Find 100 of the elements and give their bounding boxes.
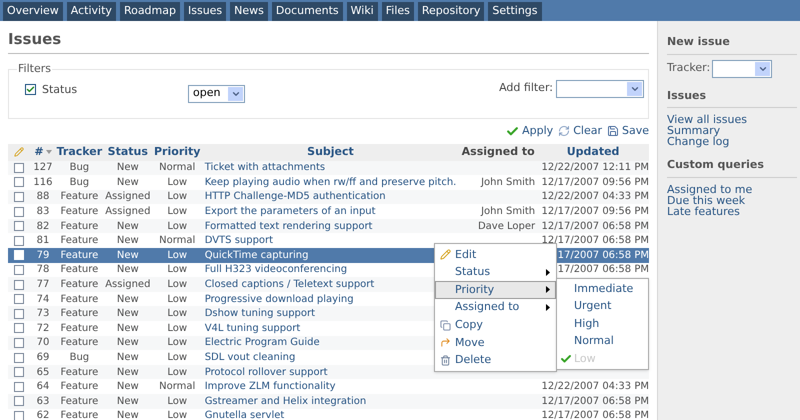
sidebar-link[interactable]: Change log (667, 136, 730, 147)
issue-row[interactable]: 127 Bug New Normal Ticket with attachments 12/22/2007 12:11 PM (8, 160, 649, 176)
status-cell-text: New (116, 220, 139, 234)
menu-item[interactable]: Move (435, 334, 556, 352)
column-header[interactable]: Tracker (56, 144, 102, 160)
nav-tab[interactable]: Wiki (346, 2, 378, 21)
row-checkbox[interactable] (14, 206, 24, 217)
status-cell-text: New (116, 307, 139, 322)
issue-row[interactable]: 82 Feature New Low Formatted text rendering support Dave Loper 12/17/2007 06:58 PM (8, 218, 649, 234)
sidebar-link[interactable]: Due this week (667, 194, 746, 206)
subject-link[interactable]: Electric Program Guide (204, 335, 320, 350)
subject-link[interactable]: DVTS support (204, 233, 274, 248)
subject-link[interactable]: QuickTime capturing (204, 248, 308, 263)
issue-number[interactable]: 83 (36, 204, 50, 220)
column-header[interactable]: Updated (566, 144, 620, 160)
nav-tab[interactable]: Settings (488, 2, 542, 21)
subject-link[interactable]: Closed captions / Teletext support (204, 277, 374, 292)
nav-tab[interactable]: Activity (66, 2, 116, 21)
subject-link[interactable]: Protocol rollover support (204, 364, 328, 380)
nav-tab[interactable]: Roadmap (120, 2, 180, 21)
subject-link[interactable]: HTTP Challenge-MD5 authentication (204, 189, 386, 204)
status-select[interactable]: open (188, 84, 245, 102)
tracker-cell-text: Feature (60, 190, 98, 204)
issue-number[interactable]: 77 (36, 277, 50, 292)
issue-row[interactable]: 63 Feature New Low Gstreamer and Helix integration 12/17/2007 06:58 PM (8, 394, 649, 409)
nav-tab[interactable]: Repository (418, 2, 484, 21)
nav-tab[interactable]: Issues (184, 2, 226, 21)
row-checkbox[interactable] (14, 236, 24, 246)
issue-number[interactable]: 88 (36, 189, 50, 204)
issue-number[interactable]: 70 (36, 335, 50, 350)
row-checkbox[interactable] (14, 177, 24, 188)
tracker-select[interactable] (712, 60, 772, 78)
issue-number[interactable]: 127 (33, 160, 52, 176)
column-header[interactable]: Status (108, 144, 148, 160)
issue-number[interactable]: 65 (36, 364, 50, 380)
nav-tab[interactable]: Files (382, 2, 414, 21)
issue-number[interactable]: 72 (36, 320, 50, 336)
column-header[interactable]: Assigned to (462, 144, 535, 160)
row-checkbox[interactable] (14, 367, 24, 378)
row-checkbox[interactable] (14, 352, 24, 363)
issue-number[interactable]: 116 (33, 174, 52, 190)
sidebar-link[interactable]: Late features (667, 206, 740, 216)
issue-number[interactable]: 78 (36, 262, 50, 278)
row-checkbox[interactable] (14, 264, 24, 275)
row-checkbox[interactable] (14, 396, 24, 406)
issue-number[interactable]: 81 (36, 233, 50, 248)
menu-item[interactable]: Priority (435, 281, 556, 299)
nav-tab[interactable]: News (230, 2, 268, 21)
row-checkbox[interactable] (14, 382, 24, 392)
sidebar-link[interactable]: View all issues (667, 114, 747, 125)
subject-link[interactable]: Full H323 videoconferencing (204, 262, 348, 278)
subject-link[interactable]: Keep playing audio when rw/ff and preserve pitch. (204, 174, 456, 190)
issue-number[interactable]: 73 (36, 306, 50, 322)
subject-link[interactable]: V4L tuning support (204, 320, 300, 336)
subject-link[interactable]: Dshow tuning support (204, 306, 316, 322)
issue-number[interactable]: 79 (36, 248, 50, 263)
issue-number[interactable]: 74 (36, 292, 50, 307)
add-filter-select[interactable] (556, 80, 644, 98)
column-header[interactable]: Subject (307, 144, 354, 160)
status-checkbox[interactable] (25, 84, 36, 96)
sidebar-link[interactable]: Assigned to me (667, 184, 752, 194)
sort-arrow-icon (46, 150, 52, 154)
subject-link[interactable]: SDL vout cleaning (204, 350, 296, 366)
subject-link[interactable]: Formatted text rendering support (204, 218, 372, 234)
menu-item[interactable]: Edit (435, 246, 556, 264)
row-checkbox[interactable] (14, 323, 24, 334)
subject-link[interactable]: Gnutella servlet (204, 408, 284, 420)
issue-number[interactable]: 63 (36, 394, 50, 409)
subject-link[interactable]: Progressive download playing (204, 292, 354, 307)
row-checkbox[interactable] (14, 338, 24, 348)
row-checkbox[interactable] (14, 280, 24, 290)
nav-tab[interactable]: Documents (272, 2, 343, 21)
row-checkbox[interactable] (14, 221, 24, 232)
row-checkbox[interactable] (14, 162, 24, 173)
action-link[interactable]: Apply (522, 122, 554, 140)
column-header[interactable]: Priority (154, 144, 200, 160)
updated-cell-text: 12/17/2007 09:56 PM (542, 176, 649, 190)
issue-row[interactable]: 62 Feature New Low Gnutella servlet 12/17/2007 06:58 PM (8, 408, 649, 420)
column-header[interactable]: # (34, 144, 44, 160)
nav-tab[interactable]: Overview (3, 2, 63, 21)
action-link[interactable]: Save (622, 122, 649, 140)
issue-number[interactable]: 69 (36, 350, 50, 366)
issue-number[interactable]: 62 (36, 408, 50, 420)
status-cell-text: New (116, 263, 139, 278)
row-checkbox[interactable] (14, 410, 24, 420)
action-link[interactable]: Clear (573, 122, 602, 140)
issue-number[interactable]: 64 (36, 379, 50, 394)
row-checkbox[interactable] (14, 308, 24, 319)
issue-number[interactable]: 82 (36, 218, 50, 234)
subject-link[interactable]: Ticket with attachments (204, 160, 326, 176)
row-checkbox[interactable] (14, 192, 24, 202)
issue-row[interactable]: 88 Feature Assigned Low HTTP Challenge-MD5 authentication 12/22/2007 04:33 PM (8, 190, 649, 204)
subject-link[interactable]: Export the parameters of an input (204, 204, 376, 220)
sidebar-link[interactable]: Summary (667, 125, 720, 136)
priority-cell-text: Low (167, 220, 188, 234)
subject-link[interactable]: Improve ZLM functionality (204, 379, 336, 394)
subject-link[interactable]: Gstreamer and Helix integration (204, 394, 366, 409)
row-checkbox[interactable] (14, 294, 24, 304)
priority-cell-text: Low (167, 366, 188, 380)
priority-cell-text: Low (167, 190, 188, 204)
